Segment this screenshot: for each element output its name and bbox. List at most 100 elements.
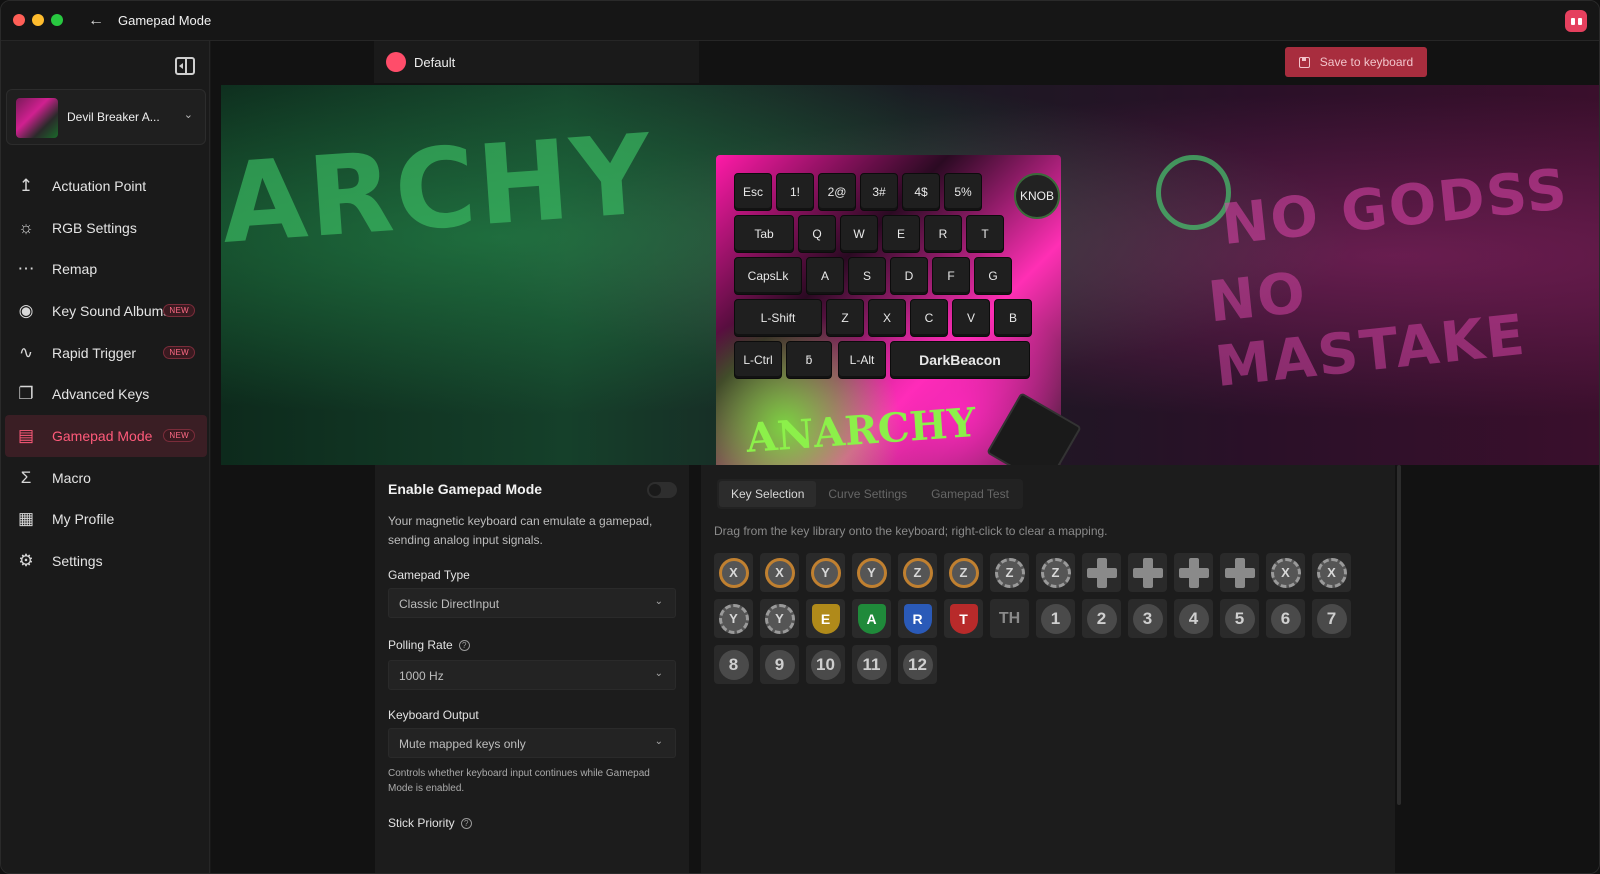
library-scrollbar[interactable] bbox=[1397, 465, 1401, 805]
library-key-6[interactable]: 6 bbox=[1266, 599, 1305, 638]
sidebar-item-rgb-settings[interactable]: ☼ RGB Settings bbox=[5, 207, 207, 249]
sidebar-item-actuation-point[interactable]: ↥ Actuation Point bbox=[5, 165, 207, 207]
key-f[interactable]: F bbox=[932, 257, 970, 295]
close-window-button[interactable] bbox=[13, 14, 25, 26]
key-4[interactable]: 4$ bbox=[902, 173, 940, 211]
key-z[interactable]: Z bbox=[826, 299, 864, 337]
library-key-e[interactable]: E bbox=[806, 599, 845, 638]
key-l-shift[interactable]: L-Shift bbox=[734, 299, 822, 337]
library-key-9[interactable]: 9 bbox=[760, 645, 799, 684]
key-esc[interactable]: Esc bbox=[734, 173, 772, 211]
key-e[interactable]: E bbox=[882, 215, 920, 253]
library-key-y[interactable]: Y bbox=[806, 553, 845, 592]
library-key-z[interactable]: Z bbox=[1036, 553, 1075, 592]
key-s[interactable]: S bbox=[848, 257, 886, 295]
key-darkbeacon[interactable]: DarkBeacon bbox=[890, 341, 1030, 379]
key-w[interactable]: W bbox=[840, 215, 878, 253]
stick-axis-icon: X bbox=[764, 557, 795, 588]
key-v[interactable]: V bbox=[952, 299, 990, 337]
library-key-8[interactable]: 8 bbox=[714, 645, 753, 684]
tab-gamepad-test[interactable]: Gamepad Test bbox=[919, 481, 1021, 507]
grid-icon: ▦ bbox=[17, 509, 35, 529]
library-key-th[interactable]: TH bbox=[990, 599, 1029, 638]
sidebar-item-macro[interactable]: Σ Macro bbox=[5, 457, 207, 499]
keyboard-icon: ⋯ bbox=[17, 259, 35, 279]
back-arrow-icon[interactable]: ← bbox=[85, 10, 107, 32]
library-key-a[interactable]: A bbox=[852, 599, 891, 638]
key-l-alt[interactable]: L-Alt bbox=[838, 341, 886, 379]
library-key-x[interactable]: X bbox=[714, 553, 753, 592]
sidebar-item-advanced-keys[interactable]: ❐ Advanced Keys bbox=[5, 373, 207, 415]
button-number-icon: 7 bbox=[1316, 603, 1347, 634]
key-d[interactable]: D bbox=[890, 257, 928, 295]
library-key-11[interactable]: 11 bbox=[852, 645, 891, 684]
library-key-dpad[interactable] bbox=[1082, 553, 1121, 592]
key-t[interactable]: T bbox=[966, 215, 1004, 253]
sidebar-item-rapid-trigger[interactable]: ∿ Rapid Trigger NEW bbox=[5, 332, 207, 374]
library-key-dpad[interactable] bbox=[1128, 553, 1167, 592]
key-1[interactable]: 1! bbox=[776, 173, 814, 211]
disc-icon: ◉ bbox=[18, 300, 34, 320]
library-key-y[interactable]: Y bbox=[852, 553, 891, 592]
dpad-icon bbox=[1086, 557, 1117, 588]
collapse-sidebar-icon[interactable] bbox=[175, 57, 195, 75]
save-to-keyboard-button[interactable]: Save to keyboard bbox=[1285, 47, 1427, 77]
profile-tab[interactable]: Default bbox=[374, 41, 699, 83]
sidebar-item-my-profile[interactable]: ▦ My Profile bbox=[5, 499, 207, 541]
library-key-4[interactable]: 4 bbox=[1174, 599, 1213, 638]
library-key-x[interactable]: X bbox=[1312, 553, 1351, 592]
library-key-7[interactable]: 7 bbox=[1312, 599, 1351, 638]
key-a[interactable]: A bbox=[806, 257, 844, 295]
key-tab[interactable]: Tab bbox=[734, 215, 794, 253]
minimize-window-button[interactable] bbox=[32, 14, 44, 26]
gamepad-type-select[interactable]: Classic DirectInput ⌄ bbox=[388, 588, 676, 618]
polling-rate-select[interactable]: 1000 Hz ⌄ bbox=[388, 660, 676, 690]
library-key-y[interactable]: Y bbox=[760, 599, 799, 638]
library-key-y[interactable]: Y bbox=[714, 599, 753, 638]
key-2[interactable]: 2@ bbox=[818, 173, 856, 211]
library-key-dpad[interactable] bbox=[1220, 553, 1259, 592]
tab-curve-settings[interactable]: Curve Settings bbox=[816, 481, 919, 507]
help-icon[interactable]: ? bbox=[460, 817, 472, 829]
sidebar-item-remap[interactable]: ⋯ Remap bbox=[5, 248, 207, 290]
sidebar-item-gamepad-mode[interactable]: ▤ Gamepad Mode NEW bbox=[5, 415, 207, 457]
key-g[interactable]: G bbox=[974, 257, 1012, 295]
sidebar-item-key-sound-albums[interactable]: ◉ Key Sound Albums NEW bbox=[5, 290, 207, 332]
button-shield-icon: A bbox=[857, 603, 886, 634]
enable-gamepad-toggle[interactable] bbox=[647, 482, 677, 498]
library-key-3[interactable]: 3 bbox=[1128, 599, 1167, 638]
maximize-window-button[interactable] bbox=[51, 14, 63, 26]
library-key-12[interactable]: 12 bbox=[898, 645, 937, 684]
library-key-x[interactable]: X bbox=[760, 553, 799, 592]
library-key-5[interactable]: 5 bbox=[1220, 599, 1259, 638]
knob-key[interactable]: KNOB bbox=[1014, 173, 1060, 219]
key-3[interactable]: 3# bbox=[860, 173, 898, 211]
fn-key[interactable]: ƃ bbox=[786, 341, 832, 379]
key-l-ctrl[interactable]: L-Ctrl bbox=[734, 341, 782, 379]
key-b[interactable]: B bbox=[994, 299, 1032, 337]
library-key-dpad[interactable] bbox=[1174, 553, 1213, 592]
keyboard-output-select[interactable]: Mute mapped keys only ⌄ bbox=[388, 728, 676, 758]
library-key-x[interactable]: X bbox=[1266, 553, 1305, 592]
library-key-z[interactable]: Z bbox=[944, 553, 983, 592]
library-key-2[interactable]: 2 bbox=[1082, 599, 1121, 638]
library-key-z[interactable]: Z bbox=[898, 553, 937, 592]
key-q[interactable]: Q bbox=[798, 215, 836, 253]
sidebar-item-settings[interactable]: ⚙ Settings bbox=[5, 540, 207, 582]
key-capslk[interactable]: CapsLk bbox=[734, 257, 802, 295]
device-selector[interactable]: Devil Breaker A... ⌄ bbox=[6, 89, 206, 145]
tab-key-selection[interactable]: Key Selection bbox=[719, 481, 817, 507]
key-c[interactable]: C bbox=[910, 299, 948, 337]
app-logo-icon[interactable] bbox=[1565, 10, 1587, 32]
gamepad-icon: ▤ bbox=[17, 425, 35, 445]
key-x[interactable]: X bbox=[868, 299, 906, 337]
library-key-r[interactable]: R bbox=[898, 599, 937, 638]
key-r[interactable]: R bbox=[924, 215, 962, 253]
library-key-z[interactable]: Z bbox=[990, 553, 1029, 592]
key-5[interactable]: 5% bbox=[944, 173, 982, 211]
stick-axis-icon: Z bbox=[902, 557, 933, 588]
library-key-10[interactable]: 10 bbox=[806, 645, 845, 684]
library-key-t[interactable]: T bbox=[944, 599, 983, 638]
library-key-1[interactable]: 1 bbox=[1036, 599, 1075, 638]
help-icon[interactable]: ? bbox=[458, 639, 470, 651]
